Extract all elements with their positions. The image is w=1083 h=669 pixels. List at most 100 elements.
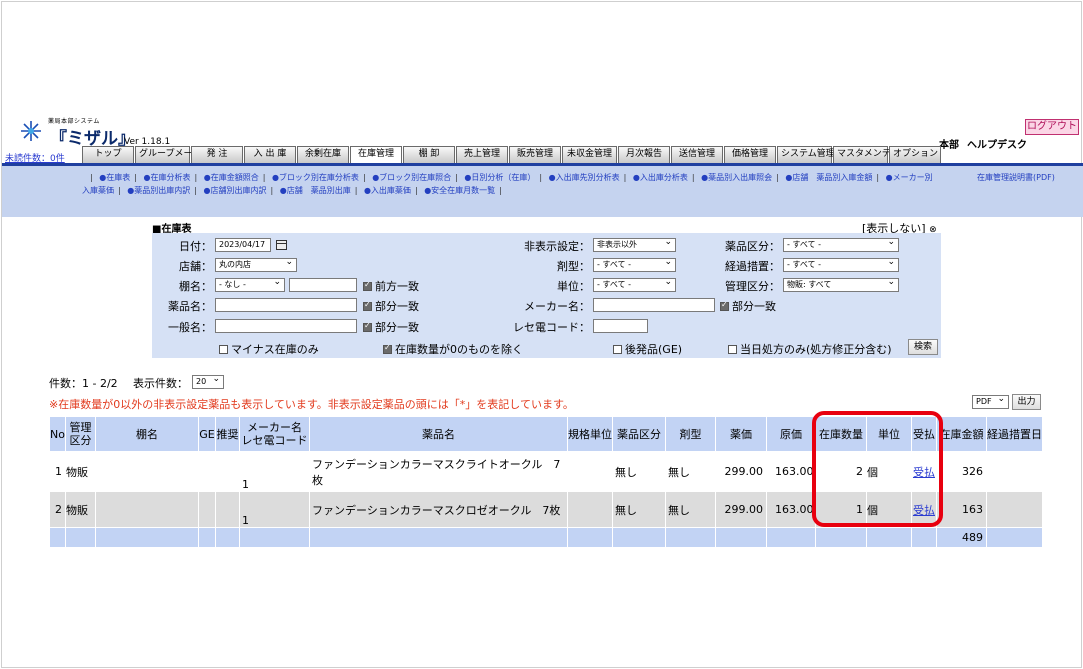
export-format-select[interactable]: PDF — [972, 395, 1009, 409]
checkbox-checked[interactable] — [383, 343, 392, 354]
col-recommended[interactable]: 推奨 — [214, 416, 240, 452]
tab-sales[interactable]: 売上管理 — [456, 146, 508, 163]
table-row[interactable]: 2 物販 1 ファンデーションカラーマスクロゼオークル 7枚 無し 無し 299… — [49, 491, 1043, 528]
cell-category: 無し — [611, 491, 666, 528]
tab-stock-in-out[interactable]: 入 出 庫 — [244, 146, 296, 163]
search-button[interactable]: 検索 — [908, 339, 938, 355]
subnav-in-price[interactable]: 入庫薬価 — [82, 186, 114, 195]
tab-monthly-report[interactable]: 月次報告 — [618, 146, 670, 163]
shelf-input[interactable] — [289, 278, 357, 292]
minus-stock-checkbox[interactable]: マイナス在庫のみ — [219, 341, 319, 357]
checkbox-checked[interactable] — [363, 280, 372, 291]
dosage-form-select[interactable]: - すべて - — [593, 258, 676, 272]
subnav-safety-stock[interactable]: ●安全在庫月数一覧 — [424, 186, 495, 195]
generic-after-checkbox[interactable]: 後発品(GE) — [613, 341, 682, 357]
subnav-store-drug-in[interactable]: ●店舗 薬品別入庫金額 — [785, 173, 872, 182]
export-button[interactable]: 出力 — [1012, 394, 1041, 410]
subnav-manual-link[interactable]: 在庫管理説明書(PDF) — [977, 172, 1055, 183]
cell-form: 無し — [664, 491, 716, 528]
col-no[interactable]: No — [49, 416, 66, 452]
checkbox-unchecked[interactable] — [613, 344, 622, 354]
subnav-inout-price[interactable]: ●入出庫薬価 — [364, 186, 411, 195]
inventory-table: No 管理 区分 棚名 GE 推奨 メーカー名 レセ電コード 薬品名 規格単位 薬品… — [49, 416, 1043, 548]
maker-partial-checkbox[interactable]: 部分一致 — [720, 298, 776, 314]
col-stock-amount[interactable]: 在庫金額 — [935, 416, 987, 452]
rece-code-input[interactable] — [593, 319, 648, 333]
generic-name-input[interactable] — [215, 319, 357, 333]
tab-top[interactable]: トップ — [82, 146, 134, 163]
subnav-store-drug-out[interactable]: ●店舗 薬品別出庫 — [280, 186, 351, 195]
cell-drug-name[interactable]: ファンデーションカラーマスクライトオークル 7枚 — [308, 451, 568, 492]
subnav-block-stock[interactable]: ●ブロック別在庫照合 — [372, 173, 451, 182]
col-drug-name[interactable]: 薬品名 — [308, 416, 568, 452]
col-ledger[interactable]: 受払 — [910, 416, 937, 452]
checkbox-checked[interactable] — [720, 300, 729, 311]
subnav-partner-analysis[interactable]: ●入出庫先別分析表 — [549, 173, 620, 182]
cell-drug-name[interactable]: ファンデーションカラーマスクロゼオークル 7枚 — [308, 491, 568, 528]
col-unit[interactable]: 単位 — [865, 416, 912, 452]
display-count-select[interactable]: 20 — [192, 375, 224, 389]
col-stock-qty[interactable]: 在庫数量 — [814, 416, 867, 452]
calendar-icon[interactable] — [276, 240, 287, 250]
tab-receivables[interactable]: 未収金管理 — [562, 146, 617, 163]
col-transition-date[interactable]: 経過措置日 — [985, 416, 1043, 452]
today-rx-checkbox[interactable]: 当日処方のみ(処方修正分含む) — [728, 341, 892, 357]
table-row[interactable]: 1 物販 1 ファンデーションカラーマスクライトオークル 7枚 無し 無し 29… — [49, 451, 1043, 492]
maker-name-input[interactable] — [593, 298, 715, 312]
cell-ledger[interactable]: 受払 — [910, 451, 937, 492]
col-dosage-form[interactable]: 剤型 — [664, 416, 716, 452]
tab-price[interactable]: 価格管理 — [724, 146, 776, 163]
col-spec-unit[interactable]: 規格単位 — [566, 416, 613, 452]
tab-group-mail[interactable]: グループメール — [135, 146, 201, 163]
helpdesk-link[interactable]: ヘルプデスク — [967, 140, 1027, 151]
drug-name-input[interactable] — [215, 298, 357, 312]
col-maker-code[interactable]: メーカー名 レセ電コード — [238, 416, 310, 452]
subnav-store-out[interactable]: ●店舗別出庫内訳 — [203, 186, 266, 195]
col-ge[interactable]: GE — [197, 416, 216, 452]
cell-ledger[interactable]: 受払 — [910, 491, 937, 528]
drug-partial-checkbox[interactable]: 部分一致 — [363, 298, 419, 314]
subnav-stock-analysis[interactable]: ●在庫分析表 — [143, 173, 190, 182]
tab-transmission[interactable]: 送信管理 — [671, 146, 723, 163]
checkbox-checked[interactable] — [363, 300, 372, 311]
subnav-inout-analysis[interactable]: ●入出庫分析表 — [633, 173, 688, 182]
col-cost[interactable]: 原価 — [765, 416, 816, 452]
cell-spec — [566, 491, 613, 528]
transition-select[interactable]: - すべて - — [783, 258, 899, 272]
tab-inventory[interactable]: 在庫管理 — [350, 146, 402, 163]
tab-sales-management[interactable]: 販売管理 — [509, 146, 561, 163]
subnav-stock-list[interactable]: ●在庫表 — [99, 173, 130, 182]
tab-option[interactable]: オプション — [889, 146, 941, 163]
generic-partial-checkbox[interactable]: 部分一致 — [363, 319, 419, 335]
subnav-block-analysis[interactable]: ●ブロック別在庫分析表 — [272, 173, 359, 182]
col-drug-category[interactable]: 薬品区分 — [611, 416, 666, 452]
subnav-maker[interactable]: ●メーカー別 — [886, 173, 933, 182]
subnav-drug-inout[interactable]: ●薬品別入出庫照会 — [701, 173, 772, 182]
tab-stocktaking[interactable]: 棚 卸 — [403, 146, 455, 163]
prefix-match-checkbox[interactable]: 前方一致 — [363, 278, 419, 294]
col-drug-price[interactable]: 薬価 — [714, 416, 767, 452]
checkbox-unchecked[interactable] — [728, 344, 737, 354]
subnav-stock-amount[interactable]: ●在庫金額照合 — [204, 173, 259, 182]
store-select[interactable]: 丸の内店 — [215, 258, 297, 272]
subnav-daily-analysis[interactable]: ●日別分析（在庫） — [464, 173, 535, 182]
management-category-select[interactable]: 物販: すべて — [783, 278, 899, 292]
ledger-link[interactable]: 受払 — [913, 466, 935, 479]
checkbox-checked[interactable] — [363, 321, 372, 332]
subnav-drug-out[interactable]: ●薬品別出庫内訳 — [127, 186, 190, 195]
exclude-zero-checkbox[interactable]: 在庫数量が0のものを除く — [383, 341, 523, 357]
logout-button[interactable]: ログアウト — [1025, 119, 1079, 135]
col-management-category[interactable]: 管理 区分 — [64, 416, 96, 452]
date-input[interactable]: 2023/04/17 — [215, 238, 271, 252]
hide-setting-select[interactable]: 非表示以外 — [593, 238, 676, 252]
unit-select[interactable]: - すべて - — [593, 278, 676, 292]
tab-surplus-stock[interactable]: 余剰在庫 — [297, 146, 349, 163]
col-shelf[interactable]: 棚名 — [94, 416, 199, 452]
ledger-link[interactable]: 受払 — [913, 504, 935, 517]
checkbox-unchecked[interactable] — [219, 344, 228, 354]
tab-master[interactable]: マスタメンテ — [833, 146, 891, 163]
drug-category-select[interactable]: - すべて - — [783, 238, 899, 252]
shelf-select[interactable]: - なし - — [215, 278, 285, 292]
tab-system[interactable]: システム管理 — [777, 146, 835, 163]
tab-order[interactable]: 発 注 — [191, 146, 243, 163]
